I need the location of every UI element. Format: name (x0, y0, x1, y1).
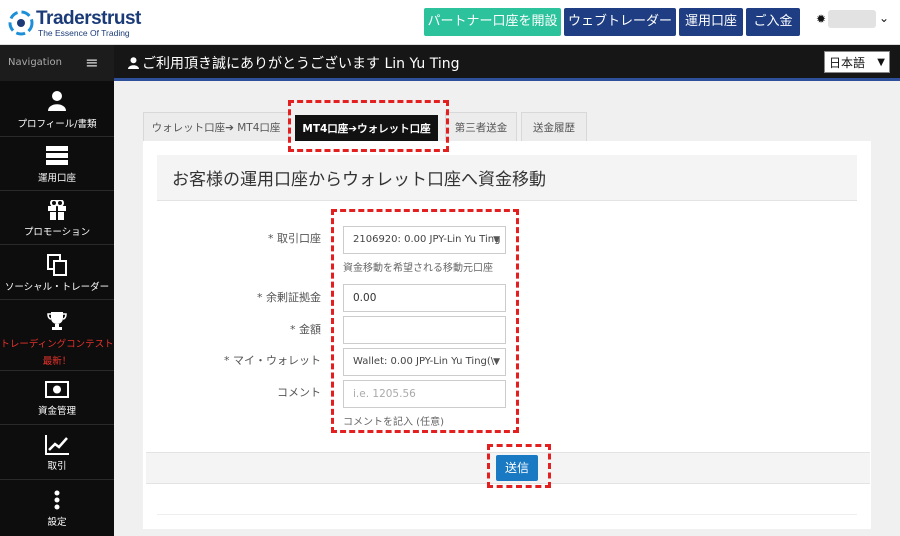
wallet-label: * マイ・ウォレット (224, 354, 321, 367)
welcome-text: ご利用頂き誠にありがとうございます Lin Yu Ting (142, 56, 460, 72)
form-header: お客様の運用口座からウォレット口座へ資金移動 (157, 155, 857, 201)
brand-tagline: The Essence Of Trading (38, 28, 130, 38)
sidebar-item-social-trader[interactable]: ソーシャル・トレーダー (0, 245, 114, 300)
sidebar: プロフィール/書類 運用口座 プロモーション ソーシャル・トレーダー トレーディ… (0, 81, 114, 536)
comment-label: コメント (277, 386, 321, 399)
accounts-button[interactable]: 運用口座 (679, 8, 743, 36)
gear-icon[interactable]: ✹ (816, 12, 826, 26)
my-wallet-select[interactable]: Wallet: 0.00 JPY-Lin Yu Ting(\ ▼ (343, 348, 506, 376)
trophy-icon (47, 312, 67, 330)
sidebar-item-settings[interactable]: 設定 (0, 480, 114, 536)
webtrader-button[interactable]: ウェブトレーダー (564, 8, 676, 36)
sidebar-item-fund-management[interactable]: 資金管理 (0, 371, 114, 425)
top-bar: Traderstrust The Essence Of Trading パートナ… (0, 0, 900, 45)
sidebar-item-label: 運用口座 (37, 173, 76, 184)
brand-name: Traderstrust (36, 8, 141, 29)
open-partner-account-button[interactable]: パートナー口座を開設 (424, 8, 561, 36)
comment-input[interactable]: i.e. 1205.56 (343, 380, 506, 408)
margin-label: * 余剰証拠金 (257, 291, 321, 304)
sidebar-item-accounts[interactable]: 運用口座 (0, 137, 114, 191)
language-value: 日本語 (829, 56, 866, 70)
form-title: お客様の運用口座からウォレット口座へ資金移動 (172, 170, 546, 190)
navigation-label: Navigation (0, 45, 70, 81)
tab-wallet-to-mt4[interactable]: ウォレット口座➔ MT4口座 (143, 112, 289, 142)
comment-placeholder: i.e. 1205.56 (353, 388, 416, 400)
amount-input[interactable] (343, 316, 506, 344)
tab-transfer-history[interactable]: 送金履歴 (521, 112, 587, 142)
chevron-down-icon: ▼ (877, 57, 885, 68)
sidebar-item-label: 設定 (47, 517, 67, 528)
sidebar-item-trade[interactable]: 取引 (0, 425, 114, 480)
server-icon (46, 146, 68, 165)
user-menu-name[interactable] (828, 10, 876, 28)
amount-label: * 金額 (290, 323, 321, 336)
my-wallet-value: Wallet: 0.00 JPY-Lin Yu Ting(\ (353, 356, 495, 367)
sidebar-item-label: ソーシャル・トレーダー (4, 282, 110, 293)
menu-toggle-icon[interactable]: ≡ (70, 45, 114, 81)
money-icon (45, 381, 69, 398)
welcome-message: ご利用頂き誠にありがとうございます Lin Yu Ting (128, 53, 460, 73)
account-label: * 取引口座 (268, 232, 321, 245)
sidebar-item-label: トレーディングコンテスト (0, 339, 114, 350)
account-help-text: 資金移動を希望される移動元口座 (343, 263, 493, 274)
user-icon (128, 57, 139, 69)
free-margin-value: 0.00 (353, 292, 377, 304)
user-icon (48, 91, 66, 111)
divider (157, 514, 857, 515)
chevron-down-icon: ▼ (493, 235, 500, 245)
brand-logo[interactable]: Traderstrust The Essence Of Trading (8, 8, 141, 38)
sidebar-item-profile[interactable]: プロフィール/書類 (0, 81, 114, 137)
sidebar-item-label: プロフィール/書類 (17, 119, 97, 130)
trading-account-value: 2106920: 0.00 JPY-Lin Yu Ting (353, 234, 501, 245)
sidebar-item-trading-contest[interactable]: トレーディングコンテスト 最新！ (0, 300, 114, 371)
page-header: ご利用頂き誠にありがとうございます Lin Yu Ting 日本語 ▼ (114, 45, 900, 81)
deposit-button[interactable]: ご入金 (746, 8, 800, 36)
sidebar-item-promotions[interactable]: プロモーション (0, 191, 114, 245)
sidebar-item-label: プロモーション (23, 227, 91, 238)
language-select[interactable]: 日本語 ▼ (824, 51, 890, 73)
chevron-down-icon[interactable]: ⌄ (879, 11, 889, 25)
gift-icon (48, 200, 66, 220)
chevron-down-icon: ▼ (493, 357, 500, 367)
tab-mt4-to-wallet[interactable]: MT4口座➔ウォレット口座 (295, 115, 438, 142)
trading-account-select[interactable]: 2106920: 0.00 JPY-Lin Yu Ting ▼ (343, 226, 506, 254)
copy-icon (47, 254, 67, 276)
sidebar-item-label: 取引 (47, 461, 67, 472)
new-badge: 最新！ (42, 356, 72, 367)
sidebar-item-label: 資金管理 (37, 406, 76, 417)
transfer-form-card: お客様の運用口座からウォレット口座へ資金移動 * 取引口座 2106920: 0… (143, 141, 871, 529)
comment-help-text: コメントを記入 (任意) (343, 417, 444, 428)
logo-icon (8, 10, 34, 36)
tab-third-party-transfer[interactable]: 第三者送金 (445, 112, 517, 142)
free-margin-field[interactable]: 0.00 (343, 284, 506, 312)
chart-icon (45, 435, 69, 455)
more-icon (54, 490, 60, 510)
submit-button[interactable]: 送信 (496, 455, 538, 481)
